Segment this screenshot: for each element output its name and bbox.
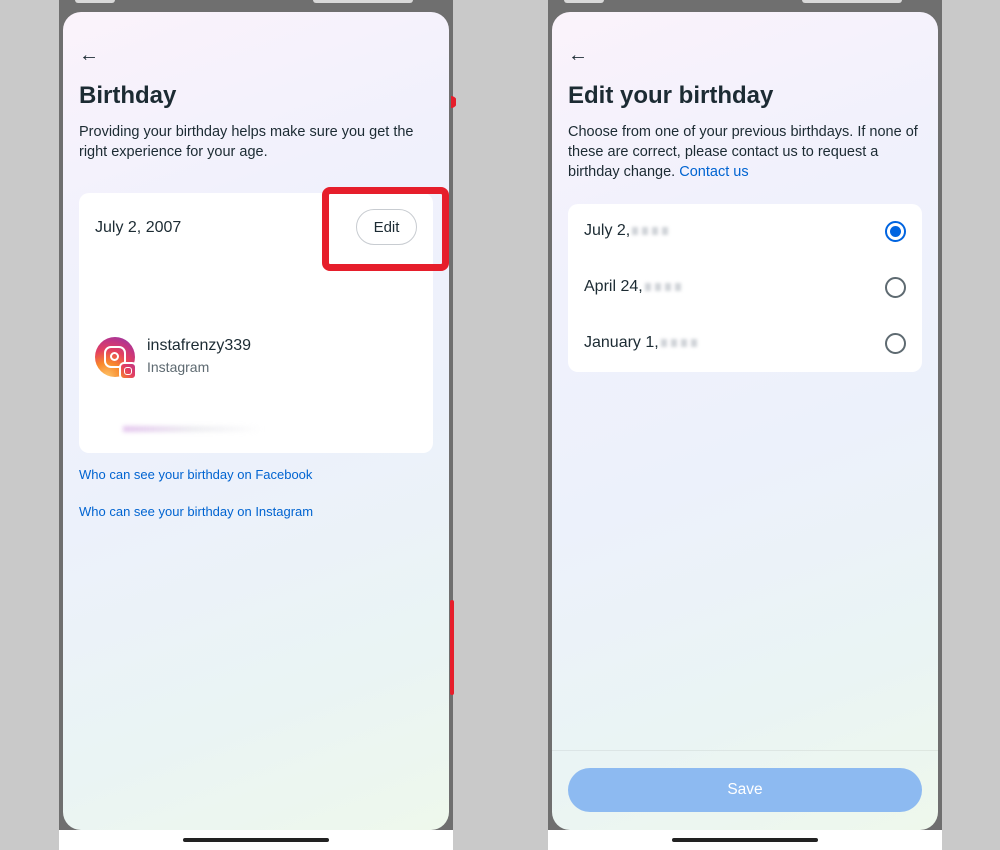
edit-birthday-sheet: ← Edit your birthday Choose from one of …	[552, 12, 938, 830]
blurred-year	[644, 282, 685, 291]
page-title: Edit your birthday	[568, 82, 774, 109]
blurred-year	[632, 226, 673, 235]
birthday-option[interactable]: January 1,	[568, 316, 922, 372]
account-app: Instagram	[147, 359, 210, 375]
radio-unselected[interactable]	[885, 333, 906, 354]
birthday-card: July 2, 2007 Edit instafrenzy339 Instagr…	[79, 193, 433, 453]
birthday-value: July 2, 2007	[95, 219, 182, 236]
back-arrow-icon[interactable]: ←	[568, 44, 590, 66]
account-username: instafrenzy339	[147, 337, 252, 354]
facebook-visibility-link[interactable]: Who can see your birthday on Facebook	[79, 467, 312, 482]
radio-selected[interactable]	[885, 221, 906, 242]
contact-us-link[interactable]: Contact us	[679, 164, 748, 180]
account-row: instafrenzy339 Instagram	[95, 337, 417, 381]
edit-button[interactable]: Edit	[356, 209, 417, 245]
birthday-option[interactable]: April 24,	[568, 260, 922, 316]
instagram-visibility-link[interactable]: Who can see your birthday on Instagram	[79, 504, 313, 519]
nav-bar	[548, 830, 942, 850]
footer-divider	[552, 750, 938, 751]
instagram-badge-icon	[119, 362, 137, 380]
blurred-account	[123, 426, 263, 432]
annotation-mark	[451, 96, 457, 108]
back-arrow-icon[interactable]: ←	[79, 44, 101, 66]
page-description: Providing your birthday helps make sure …	[79, 124, 414, 160]
birthday-options: July 2, April 24, January 1,	[568, 204, 922, 372]
save-button[interactable]: Save	[568, 768, 922, 812]
page-description: Choose from one of your previous birthda…	[568, 122, 918, 182]
left-phone: ← Birthday Providing your birthday helps…	[59, 0, 453, 850]
blurred-year	[660, 338, 701, 347]
home-indicator[interactable]	[183, 838, 329, 842]
annotation-mark	[450, 600, 454, 695]
home-indicator[interactable]	[672, 838, 818, 842]
option-label: July 2,	[584, 222, 673, 240]
status-icons	[802, 0, 902, 3]
status-bar	[548, 0, 942, 10]
birthday-option[interactable]: July 2,	[568, 204, 922, 260]
option-label: January 1,	[584, 334, 701, 352]
nav-bar	[59, 830, 453, 850]
page-title: Birthday	[79, 82, 177, 109]
right-phone: ← Edit your birthday Choose from one of …	[548, 0, 942, 850]
status-icons	[313, 0, 413, 3]
birthday-sheet: ← Birthday Providing your birthday helps…	[63, 12, 449, 830]
radio-unselected[interactable]	[885, 277, 906, 298]
status-time	[564, 0, 604, 3]
status-time	[75, 0, 115, 3]
option-label: April 24,	[584, 278, 685, 296]
status-bar	[59, 0, 453, 10]
